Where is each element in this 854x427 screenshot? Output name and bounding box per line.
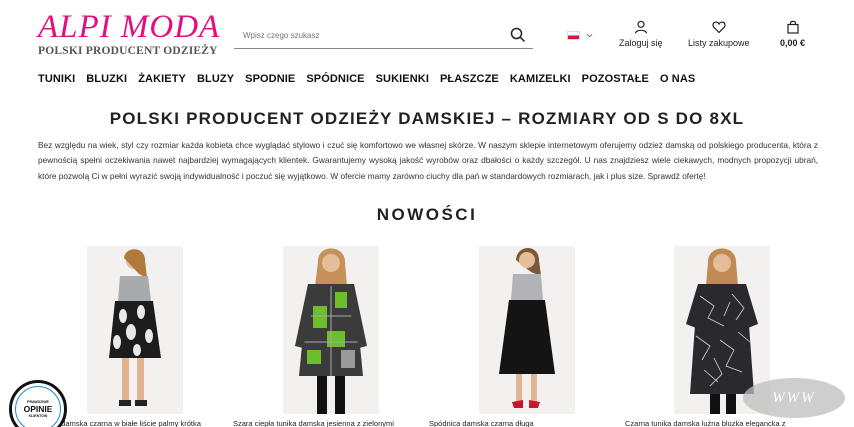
intro-paragraph: Bez względu na wiek, styl czy rozmiar ka… <box>38 140 818 181</box>
product-name-3[interactable]: Spódnica damska czarna długa <box>429 419 534 427</box>
badge-ring: PRAWDZIWE OPINIE KLIENTÓW <box>15 386 61 427</box>
product-name-2[interactable]: Szara ciepła tunika damska jesienna z zi… <box>233 419 394 427</box>
chevron-down-icon <box>586 33 593 38</box>
nav-item-spodnice[interactable]: SPÓDNICE <box>306 73 364 85</box>
product-image-1[interactable] <box>87 246 183 414</box>
search-input[interactable] <box>234 22 494 48</box>
product-image-3[interactable] <box>479 246 575 414</box>
product-image-2[interactable] <box>283 246 379 414</box>
watermark-overlay: WWW <box>743 378 845 418</box>
language-selector[interactable] <box>567 31 593 40</box>
search-bar <box>234 22 533 49</box>
nav-item-bluzy[interactable]: BLUZY <box>197 73 234 85</box>
user-icon <box>634 20 647 34</box>
brand-logo[interactable]: ALPI MODA POLSKI PRODUCENT ODZIEŻY <box>38 9 221 58</box>
product-name-4[interactable]: Czarna tunika damska luźna bluzka elegan… <box>625 419 786 427</box>
search-icon[interactable] <box>510 27 526 43</box>
shopping-bag-icon <box>786 20 799 34</box>
nav-item-plaszcze[interactable]: PŁASZCZE <box>440 73 499 85</box>
main-nav: TUNIKI BLUZKI ŻAKIETY BLUZY SPODNIE SPÓD… <box>38 73 706 85</box>
nav-item-tuniki[interactable]: TUNIKI <box>38 73 75 85</box>
nav-item-sukienki[interactable]: SUKIENKI <box>376 73 429 85</box>
reviews-badge[interactable]: PRAWDZIWE OPINIE KLIENTÓW <box>9 380 67 427</box>
badge-main-text: OPINIE <box>23 404 53 414</box>
login-link[interactable]: Zaloguj się <box>619 20 663 48</box>
nav-item-o-nas[interactable]: O NAS <box>660 73 695 85</box>
nav-item-spodnie[interactable]: SPODNIE <box>245 73 295 85</box>
product-name-1[interactable]: a damska czarna w białe liście palmy kró… <box>55 419 201 427</box>
badge-bottom-text: KLIENTÓW <box>28 414 48 418</box>
poland-flag-icon <box>567 31 580 40</box>
logo-main-text: ALPI MODA <box>38 9 221 45</box>
login-label: Zaloguj się <box>619 38 663 48</box>
nav-item-zakiety[interactable]: ŻAKIETY <box>138 73 186 85</box>
section-title-new-arrivals: NOWOŚCI <box>376 205 478 224</box>
nav-item-kamizelki[interactable]: KAMIZELKI <box>510 73 571 85</box>
cart-total: 0,00 € <box>780 38 806 48</box>
page-heading: POLSKI PRODUCENT ODZIEŻY DAMSKIEJ – ROZM… <box>109 109 745 128</box>
wishlist-label: Listy zakupowe <box>688 38 750 48</box>
nav-item-pozostale[interactable]: POZOSTAŁE <box>582 73 649 85</box>
logo-tagline: POLSKI PRODUCENT ODZIEŻY <box>38 45 218 57</box>
nav-item-bluzki[interactable]: BLUZKI <box>86 73 127 85</box>
wishlist-link[interactable]: Listy zakupowe <box>688 20 750 48</box>
cart-link[interactable]: 0,00 € <box>780 20 805 48</box>
heart-icon <box>712 21 726 34</box>
